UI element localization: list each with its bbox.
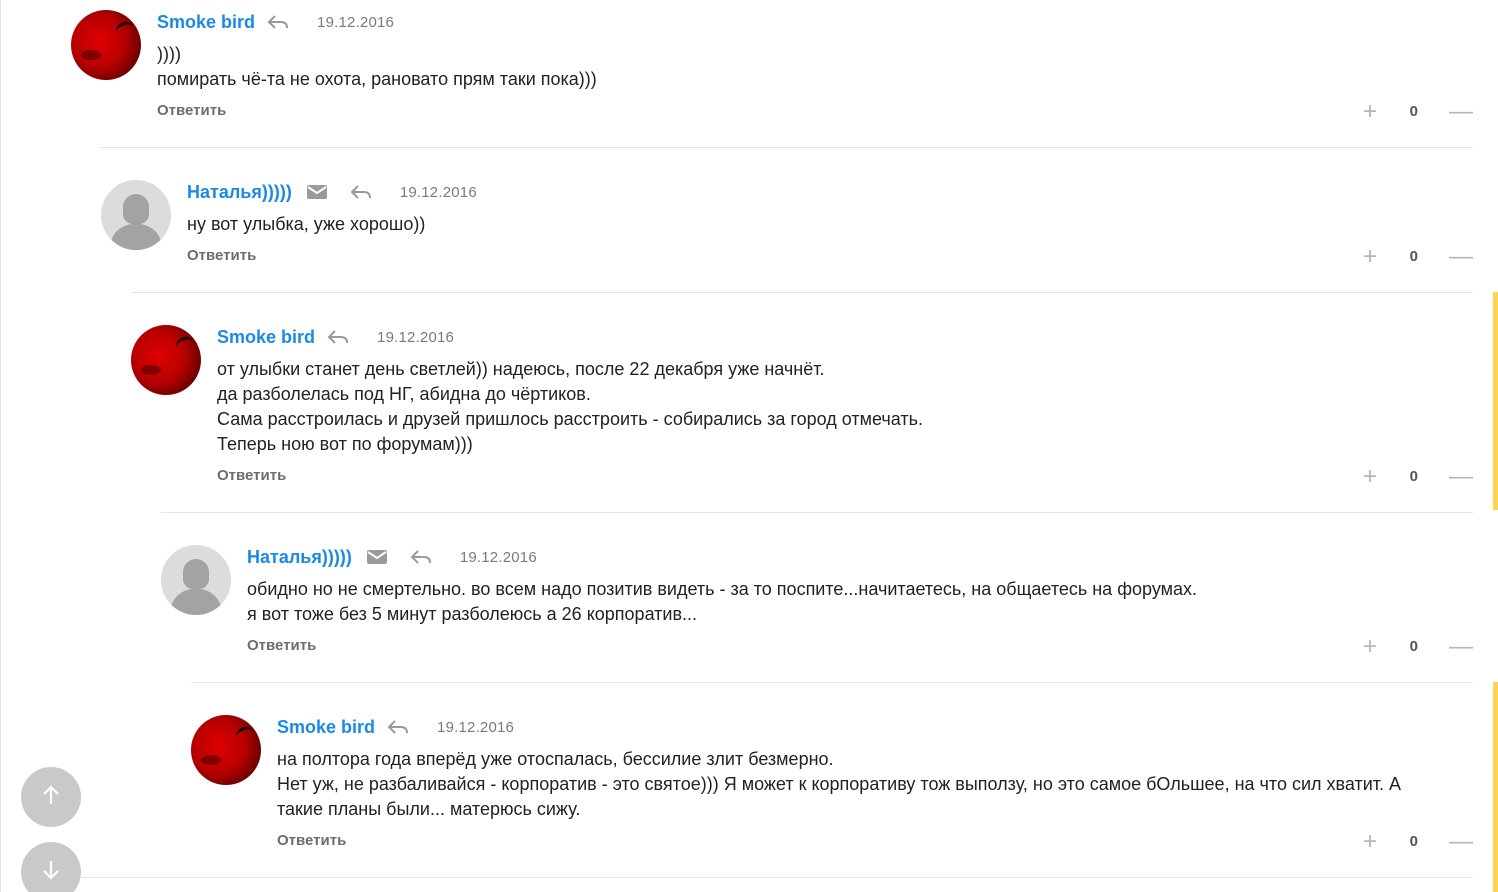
reply-arrow-icon[interactable]	[267, 14, 289, 30]
author-link[interactable]: Smoke bird	[157, 12, 255, 33]
author-link[interactable]: Наталья)))))	[247, 547, 352, 568]
comment-date: 19.12.2016	[459, 548, 537, 566]
reply-button[interactable]: Ответить	[157, 102, 226, 119]
avatar[interactable]	[191, 715, 261, 785]
comment-text: )))) помирать чё-та не охота, рановато п…	[157, 42, 597, 92]
author-link[interactable]: Smoke bird	[217, 327, 315, 348]
comment: Smoke bird 19.12.2016 на полтора года вп…	[191, 715, 1473, 865]
comments-page: Smoke bird 19.12.2016 )))) помирать чё-т…	[0, 0, 1498, 892]
reply-button[interactable]: Ответить	[187, 247, 256, 264]
comment-line: Нет уж, не разбаливайся - корпоратив - э…	[277, 774, 1402, 794]
vote-score: 0	[1409, 248, 1418, 265]
comment-line: Теперь ною вот по форумам)))	[217, 434, 473, 454]
vote-score: 0	[1409, 833, 1418, 850]
comment: Smoke bird 19.12.2016 )))) помирать чё-т…	[71, 10, 1473, 130]
comment-date: 19.12.2016	[317, 13, 395, 31]
reply-button[interactable]: Ответить	[247, 637, 316, 654]
reply-arrow-icon[interactable]	[410, 549, 432, 565]
comment-line: Сама расстроилась и друзей пришлось расс…	[217, 409, 923, 429]
author-link[interactable]: Smoke bird	[277, 717, 375, 738]
comment-text: от улыбки станет день светлей)) надеюсь,…	[217, 357, 923, 457]
comment-line: помирать чё-та не охота, рановато прям т…	[157, 69, 597, 89]
divider	[81, 877, 1473, 878]
comment: Наталья))))) 19.12.2016 ну вот улыбка, у…	[101, 180, 1473, 280]
comment-text: обидно но не смертельно. во всем надо по…	[247, 577, 1197, 627]
divider	[191, 682, 1473, 683]
vote-score: 0	[1409, 103, 1418, 120]
comment-line: ну вот улыбка, уже хорошо))	[187, 214, 426, 234]
reply-button[interactable]: Ответить	[217, 467, 286, 484]
comment-date: 19.12.2016	[377, 328, 455, 346]
vote-up-button[interactable]: +	[1363, 828, 1377, 856]
comment-line: да разболелась под НГ, абидна до чёртико…	[217, 384, 591, 404]
reply-arrow-icon[interactable]	[350, 184, 372, 200]
thread-accent-bar	[1493, 292, 1498, 510]
divider	[131, 292, 1473, 293]
comment-line: от улыбки станет день светлей)) надеюсь,…	[217, 359, 825, 379]
avatar[interactable]	[71, 10, 141, 80]
comment-header: Наталья))))) 19.12.2016	[187, 180, 477, 204]
avatar[interactable]	[131, 325, 201, 395]
vote-down-button[interactable]: —	[1449, 828, 1473, 856]
comment-line: на полтора года вперёд уже отоспалась, б…	[277, 749, 834, 769]
comment-header: Smoke bird 19.12.2016	[277, 715, 514, 739]
comment: Наталья))))) 19.12.2016 обидно но не сме…	[161, 545, 1473, 665]
comment-text: ну вот улыбка, уже хорошо))	[187, 212, 425, 237]
reply-button[interactable]: Ответить	[277, 832, 346, 849]
scroll-down-button[interactable]	[21, 842, 81, 892]
envelope-icon[interactable]	[306, 184, 328, 200]
comment-date: 19.12.2016	[399, 183, 477, 201]
author-link[interactable]: Наталья)))))	[187, 182, 292, 203]
divider	[101, 147, 1473, 148]
comment-line: обидно но не смертельно. во всем надо по…	[247, 579, 1198, 599]
arrow-up-icon	[41, 784, 61, 811]
comment-date: 19.12.2016	[437, 718, 515, 736]
comment-header: Smoke bird 19.12.2016	[157, 10, 394, 34]
reply-arrow-icon[interactable]	[387, 719, 409, 735]
vote-down-button[interactable]: —	[1449, 243, 1473, 271]
vote-down-button[interactable]: —	[1449, 463, 1473, 491]
avatar-head-shape	[183, 559, 209, 589]
arrow-down-icon	[41, 859, 61, 886]
default-female-avatar[interactable]	[161, 545, 231, 615]
avatar-body-shape	[170, 589, 222, 615]
reply-arrow-icon[interactable]	[327, 329, 349, 345]
envelope-icon[interactable]	[366, 549, 388, 565]
comment: Smoke bird 19.12.2016 от улыбки станет д…	[131, 325, 1473, 495]
vote-up-button[interactable]: +	[1363, 633, 1377, 661]
comment-line: я вот тоже без 5 минут разболеюсь а 26 к…	[247, 604, 698, 624]
vote-score: 0	[1409, 638, 1418, 655]
avatar-head-shape	[123, 194, 149, 224]
scroll-up-button[interactable]	[21, 767, 81, 827]
vote-up-button[interactable]: +	[1363, 98, 1377, 126]
vote-down-button[interactable]: —	[1449, 633, 1473, 661]
avatar-body-shape	[110, 224, 162, 250]
comment-text: на полтора года вперёд уже отоспалась, б…	[277, 747, 1401, 822]
default-female-avatar[interactable]	[101, 180, 171, 250]
vote-down-button[interactable]: —	[1449, 98, 1473, 126]
thread-accent-bar	[1493, 682, 1498, 892]
vote-up-button[interactable]: +	[1363, 463, 1377, 491]
comment-line: ))))	[157, 44, 181, 64]
divider	[161, 512, 1473, 513]
vote-score: 0	[1409, 468, 1418, 485]
comment-header: Smoke bird 19.12.2016	[217, 325, 454, 349]
comment-line: такие планы были... матерюсь сижу.	[277, 799, 581, 819]
vote-up-button[interactable]: +	[1363, 243, 1377, 271]
comment-header: Наталья))))) 19.12.2016	[247, 545, 537, 569]
